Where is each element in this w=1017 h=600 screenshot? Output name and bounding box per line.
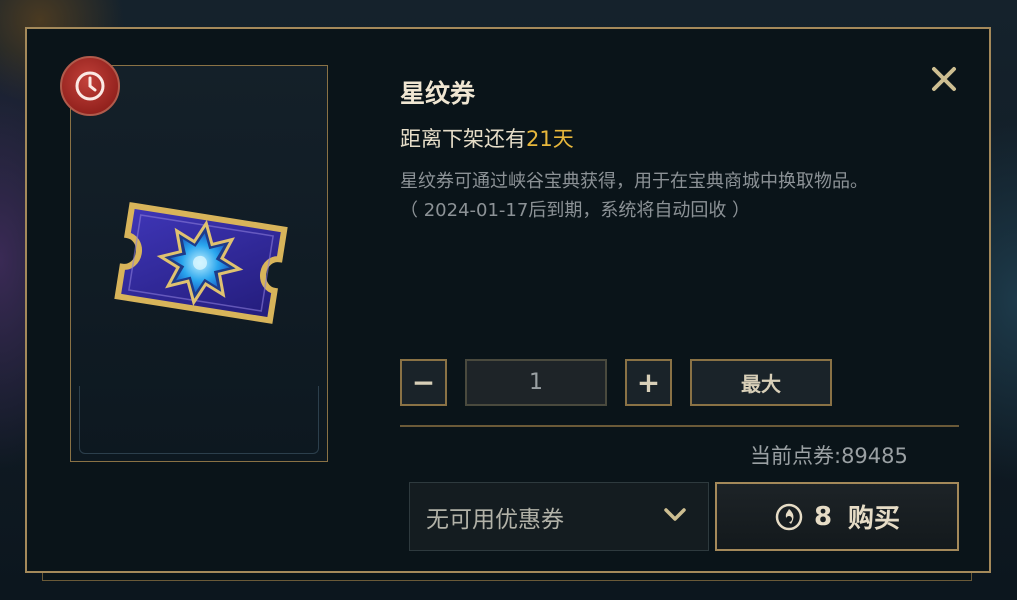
divider <box>400 425 959 427</box>
max-quantity-button[interactable]: 最大 <box>690 359 832 406</box>
item-description: 星纹券可通过峡谷宝典获得，用于在宝典商城中换取物品。 （ 2024-01-17后… <box>400 167 960 225</box>
star-ticket-icon <box>114 202 288 324</box>
quantity-input[interactable]: 1 <box>465 359 607 406</box>
chevron-down-icon <box>664 508 686 521</box>
item-card-inner-frame <box>79 386 319 454</box>
coupon-select[interactable]: 无可用优惠券 <box>409 482 709 551</box>
rp-coin-icon <box>775 503 803 530</box>
close-icon[interactable] <box>927 62 961 96</box>
item-title: 星纹券 <box>400 79 476 108</box>
coupon-selected-value: 无可用优惠券 <box>426 506 564 533</box>
buy-label: 购买 <box>848 504 901 534</box>
description-line-2: （ 2024-01-17后到期，系统将自动回收 ） <box>400 200 751 221</box>
expire-prefix: 距离下架还有 <box>400 127 526 151</box>
buy-button[interactable]: 8 购买 <box>715 482 959 551</box>
plus-icon: + <box>636 366 661 399</box>
buy-price: 8 <box>813 501 833 532</box>
dialog-shadow-edge <box>42 573 972 581</box>
expire-days: 21天 <box>526 127 574 151</box>
current-balance: 当前点券:89485 <box>750 444 908 468</box>
clock-icon <box>60 56 120 116</box>
increment-button[interactable]: + <box>625 359 672 406</box>
decrement-button[interactable]: − <box>400 359 447 406</box>
expire-countdown: 距离下架还有21天 <box>400 123 574 153</box>
description-line-1: 星纹券可通过峡谷宝典获得，用于在宝典商城中换取物品。 <box>400 171 868 192</box>
minus-icon: − <box>411 366 436 399</box>
